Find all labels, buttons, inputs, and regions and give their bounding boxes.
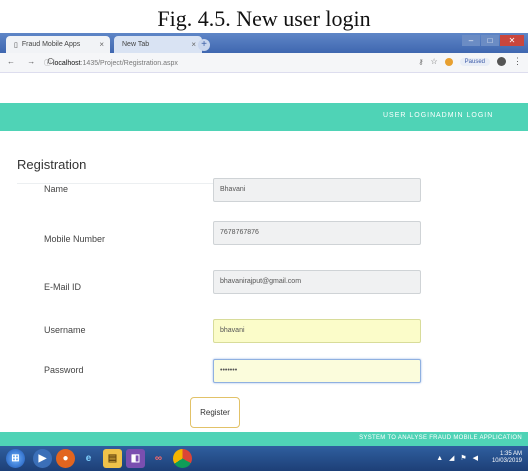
menu-icon[interactable]: ⋮ — [513, 56, 522, 67]
tab-title: New Tab — [122, 41, 150, 48]
paused-label: Paused — [464, 58, 485, 65]
footer-text: SYSTEM TO ANALYSE FRAUD MOBILE APPLICATI… — [359, 435, 522, 441]
minimize-button[interactable]: – — [462, 35, 480, 46]
url-field[interactable]: ⓘ localhost:1435/Project/Registration.as… — [44, 58, 178, 68]
app-icon[interactable]: ∞ — [149, 449, 168, 468]
tab-fraud-mobile-apps[interactable]: ▯ Fraud Mobile Apps × — [6, 36, 110, 53]
clock[interactable]: 1:35 AM 10/03/2019 — [492, 451, 522, 465]
close-window-button[interactable]: ✕ — [500, 35, 524, 46]
bookmark-star-icon[interactable]: ☆ — [430, 57, 437, 66]
tab-title: Fraud Mobile Apps — [21, 41, 81, 48]
tab-close-icon[interactable]: × — [99, 40, 104, 49]
new-tab-button[interactable]: + — [198, 39, 210, 51]
password-label: Password — [44, 365, 84, 375]
tab-close-icon[interactable]: × — [191, 40, 196, 49]
key-icon[interactable]: ⚷ — [418, 58, 423, 66]
chrome-icon[interactable] — [173, 449, 192, 468]
url-path: :1435/Project/Registration.aspx — [80, 60, 178, 67]
username-label: Username — [44, 325, 86, 335]
profile-paused-badge[interactable]: Paused — [459, 57, 490, 66]
file-explorer-icon[interactable]: ▤ — [103, 449, 122, 468]
password-input[interactable]: ••••••• — [213, 359, 421, 383]
taskbar: ⊞ ▶ ● e ▤ ◧ ∞ ▲ ◢ ⚑ ◀ 1:35 AM 10/03/2019 — [0, 446, 528, 471]
avatar[interactable] — [497, 57, 506, 66]
firefox-icon[interactable]: ● — [56, 449, 75, 468]
email-input[interactable]: bhavanirajput@gmail.com — [213, 270, 421, 294]
start-orb-icon[interactable]: ⊞ — [6, 449, 25, 468]
register-button[interactable]: Register — [190, 397, 240, 428]
window-controls: – □ ✕ — [462, 35, 524, 46]
tab-new-tab[interactable]: New Tab × — [114, 36, 202, 53]
clock-date: 10/03/2019 — [491, 458, 522, 464]
site-header: USER LOGIN ADMIN LOGIN — [0, 103, 528, 131]
media-player-icon[interactable]: ▶ — [33, 449, 52, 468]
page-icon: ▯ — [14, 41, 18, 49]
extension-icon[interactable] — [444, 57, 453, 66]
mobile-number-label: Mobile Number — [44, 234, 106, 244]
admin-login-link[interactable]: ADMIN LOGIN — [436, 112, 493, 119]
address-bar: ← → C ⓘ localhost:1435/Project/Registrat… — [0, 53, 528, 73]
mobile-number-input[interactable]: 7678767876 — [213, 221, 421, 245]
maximize-button[interactable]: □ — [481, 35, 499, 46]
user-login-link[interactable]: USER LOGIN — [383, 112, 436, 119]
browser-actions: ⚷ ☆ Paused ⋮ — [418, 56, 522, 67]
browser-tab-strip: ▯ Fraud Mobile Apps × New Tab × + – □ ✕ — [0, 33, 528, 53]
name-input[interactable]: Bhavani — [213, 178, 421, 202]
page-title: Registration — [17, 157, 87, 172]
site-footer: SYSTEM TO ANALYSE FRAUD MOBILE APPLICATI… — [0, 432, 528, 446]
username-input[interactable]: bhavani — [213, 319, 421, 343]
name-label: Name — [44, 184, 69, 194]
visual-studio-icon[interactable]: ◧ — [126, 449, 145, 468]
info-icon: ⓘ — [44, 60, 53, 67]
email-label: E-Mail ID — [44, 282, 82, 292]
clock-time: 1:35 AM — [499, 451, 522, 457]
figure-caption: Fig. 4.5. New user login — [157, 6, 371, 31]
internet-explorer-icon[interactable]: e — [79, 449, 98, 468]
url-host: localhost — [52, 60, 81, 67]
system-tray[interactable]: ▲ ◢ ⚑ ◀ — [436, 454, 480, 462]
